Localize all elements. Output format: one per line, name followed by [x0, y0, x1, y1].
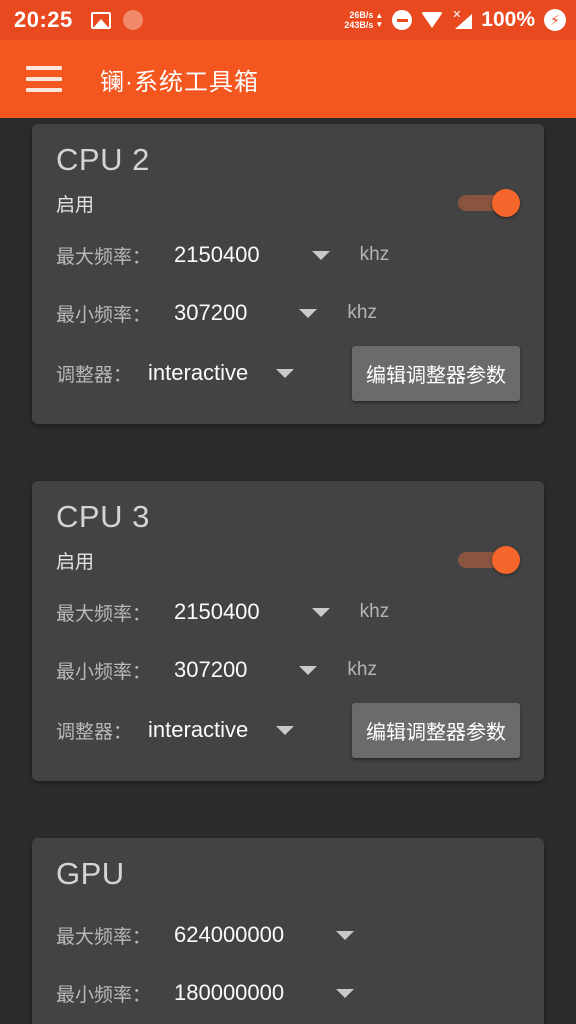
card-title: GPU	[56, 856, 125, 891]
chevron-down-icon[interactable]	[336, 930, 355, 940]
enable-label: 启用	[56, 194, 95, 216]
edit-governor-params-button[interactable]: 编辑调整器参数	[352, 345, 520, 401]
chevron-down-icon[interactable]	[311, 250, 330, 260]
cpu2-min-freq-row: 最小频率： 307200 khz	[56, 284, 520, 342]
governor-value[interactable]: interactive	[148, 717, 248, 743]
min-freq-value[interactable]: 180000000	[174, 980, 284, 1006]
cpu3-min-freq-row: 最小频率： 307200 khz	[56, 641, 520, 699]
card-title: CPU 2	[56, 142, 150, 177]
status-bar-notification-icons	[90, 10, 143, 30]
wifi-icon	[421, 12, 444, 28]
network-download-rate: 243B/s	[344, 20, 374, 30]
card-title: CPU 3	[56, 499, 150, 534]
gpu-card: GPU 最大频率： 624000000 最小频率： 180000000	[32, 838, 544, 1024]
battery-percent-label: 100%	[481, 8, 535, 31]
upload-arrow-icon: ▲	[375, 11, 384, 20]
min-freq-label: 最小频率：	[56, 304, 152, 326]
cpu2-max-freq-row: 最大频率： 2150400 khz	[56, 226, 520, 284]
chevron-down-icon[interactable]	[311, 607, 330, 617]
network-speed-indicator: 26B/s 243B/s ▲ ▼	[344, 10, 383, 30]
max-freq-unit: khz	[359, 244, 390, 265]
cpu3-card: CPU 3 启用 最大频率： 2150400 khz 最小频率： 307200 …	[32, 481, 544, 781]
max-freq-value[interactable]: 2150400	[174, 242, 260, 268]
max-freq-value[interactable]: 2150400	[174, 599, 260, 625]
max-freq-label: 最大频率：	[56, 926, 152, 948]
cpu3-enable-toggle[interactable]	[458, 545, 520, 575]
network-upload-rate: 26B/s	[349, 10, 374, 20]
scroll-content[interactable]: CPU 2 启用 最大频率： 2150400 khz 最小频率： 307200 …	[0, 118, 576, 1024]
max-freq-value[interactable]: 624000000	[174, 922, 284, 948]
min-freq-unit: khz	[347, 302, 377, 323]
max-freq-unit: khz	[359, 601, 390, 622]
gpu-min-freq-row: 最小频率： 180000000	[56, 964, 520, 1022]
app-title: 镧·系统工具箱	[100, 68, 259, 96]
toggle-thumb	[492, 546, 520, 574]
status-bar-system-icons: 26B/s 243B/s ▲ ▼ ✕ 100% ⚡	[344, 8, 566, 32]
cpu3-enable-row: 启用	[56, 537, 520, 583]
min-freq-unit: khz	[347, 659, 377, 680]
chevron-down-icon[interactable]	[276, 725, 295, 735]
battery-charging-icon: ⚡	[544, 9, 566, 31]
governor-label: 调整器：	[56, 364, 133, 386]
cpu2-enable-row: 启用	[56, 180, 520, 226]
enable-label: 启用	[56, 551, 95, 573]
chevron-down-icon[interactable]	[299, 308, 318, 318]
status-bar-clock: 20:25	[14, 7, 73, 32]
do-not-disturb-icon	[392, 10, 413, 30]
cpu3-governor-row: 调整器： interactive 编辑调整器参数	[56, 699, 520, 761]
chevron-down-icon[interactable]	[299, 665, 318, 675]
download-arrow-icon: ▼	[375, 20, 384, 29]
edit-governor-params-button[interactable]: 编辑调整器参数	[352, 702, 520, 758]
min-freq-label: 最小频率：	[56, 661, 152, 683]
min-freq-label: 最小频率：	[56, 984, 152, 1006]
fingerprint-icon	[122, 10, 143, 30]
toggle-thumb	[492, 189, 520, 217]
chevron-down-icon[interactable]	[276, 368, 295, 378]
max-freq-label: 最大频率：	[56, 603, 152, 625]
cpu2-enable-toggle[interactable]	[458, 188, 520, 218]
min-freq-value[interactable]: 307200	[174, 657, 247, 683]
image-icon	[90, 11, 111, 29]
governor-value[interactable]: interactive	[148, 360, 248, 386]
cpu2-governor-row: 调整器： interactive 编辑调整器参数	[56, 342, 520, 404]
chevron-down-icon[interactable]	[336, 988, 355, 998]
max-freq-label: 最大频率：	[56, 246, 152, 268]
signal-no-sim-icon: ✕	[452, 10, 473, 29]
cpu2-card: CPU 2 启用 最大频率： 2150400 khz 最小频率： 307200 …	[32, 124, 544, 424]
hamburger-menu-icon[interactable]	[26, 66, 62, 92]
min-freq-value[interactable]: 307200	[174, 300, 247, 326]
gpu-max-freq-row: 最大频率： 624000000	[56, 906, 520, 964]
governor-label: 调整器：	[56, 721, 133, 743]
cpu3-max-freq-row: 最大频率： 2150400 khz	[56, 583, 520, 641]
status-bar: 20:25 26B/s 243B/s ▲ ▼ ✕ 100% ⚡	[0, 0, 576, 40]
app-bar: 镧·系统工具箱	[0, 40, 576, 118]
